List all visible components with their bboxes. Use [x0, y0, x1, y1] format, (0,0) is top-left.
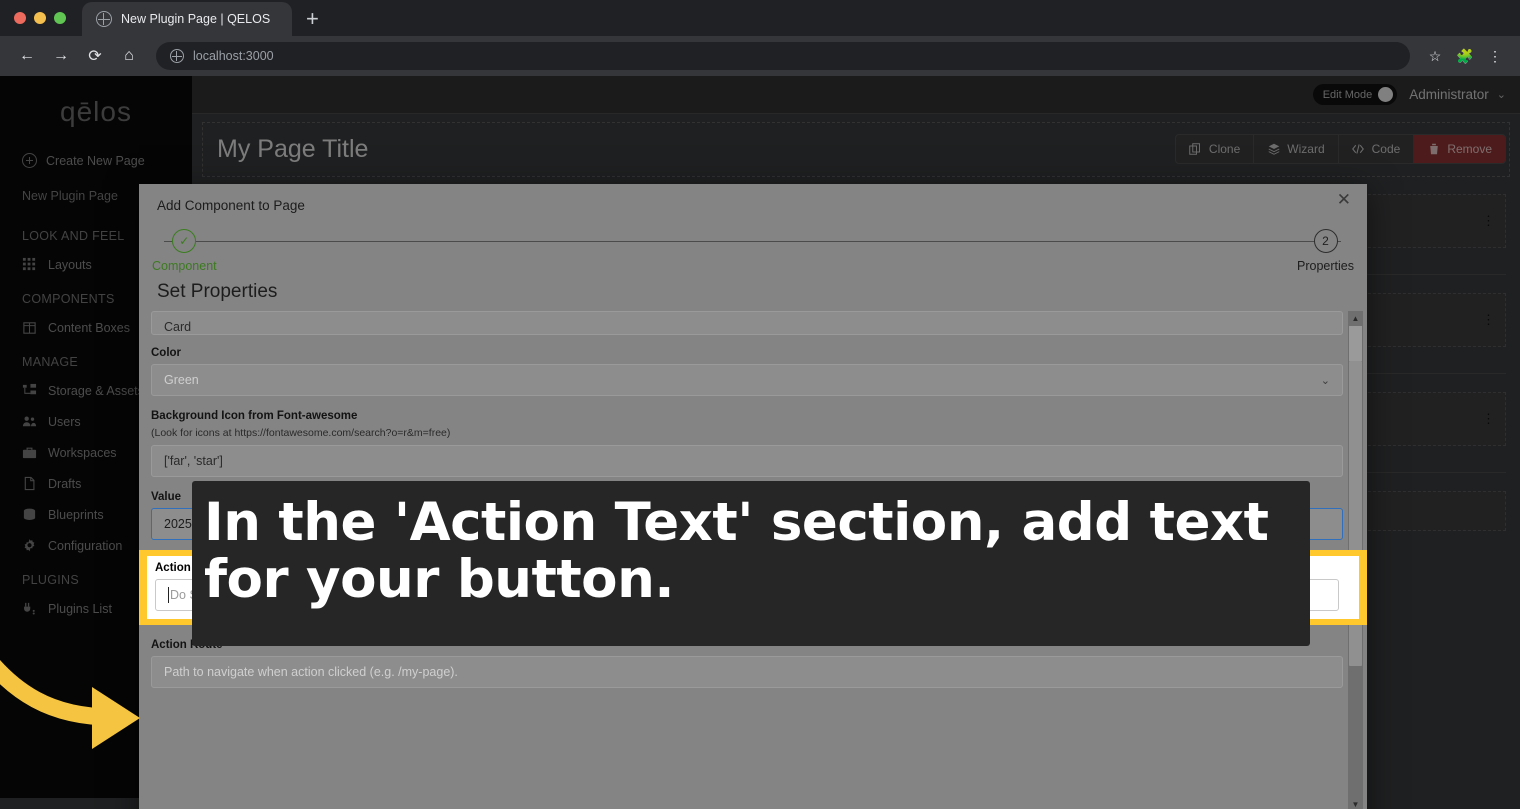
browser-menu-icon[interactable]: ⋮	[1482, 43, 1508, 69]
scroll-down-arrow-icon[interactable]: ▼	[1348, 797, 1363, 809]
application-viewport: qēlos Create New Page New Plugin Page LO…	[0, 76, 1520, 809]
field-color: Color Green ⌄	[139, 347, 1367, 396]
forward-icon[interactable]: →	[46, 41, 76, 71]
modal-title: Add Component to Page	[157, 198, 305, 213]
text-caret	[168, 587, 169, 603]
close-window-button[interactable]	[14, 12, 26, 24]
tab-strip: New Plugin Page | QELOS +	[0, 0, 1520, 36]
step-label: Component	[152, 259, 217, 273]
address-bar-url: localhost:3000	[193, 49, 274, 63]
maximize-window-button[interactable]	[54, 12, 66, 24]
new-tab-button[interactable]: +	[306, 8, 319, 30]
background-icon-input[interactable]: ['far', 'star']	[151, 445, 1343, 477]
browser-chrome: New Plugin Page | QELOS + ← → ⟳ ⌂ localh…	[0, 0, 1520, 76]
step-label: Properties	[1297, 259, 1354, 273]
step-number: 2	[1313, 229, 1338, 253]
close-icon[interactable]: ✕	[1337, 191, 1351, 208]
back-icon[interactable]: ←	[12, 41, 42, 71]
window-traffic-lights	[12, 0, 76, 36]
color-select[interactable]: Green ⌄	[151, 364, 1343, 396]
color-value: Green	[164, 373, 199, 387]
stepper-line	[164, 241, 1341, 242]
modal-heading: Set Properties	[157, 281, 278, 302]
extensions-icon[interactable]: 🧩	[1452, 43, 1478, 69]
home-icon[interactable]: ⌂	[114, 41, 144, 71]
browser-tab[interactable]: New Plugin Page | QELOS	[82, 2, 292, 36]
globe-icon	[96, 11, 112, 27]
scroll-up-arrow-icon[interactable]: ▲	[1348, 311, 1363, 326]
step-component[interactable]: ✓ Component	[152, 229, 217, 273]
browser-tab-title: New Plugin Page | QELOS	[121, 12, 271, 26]
color-label: Color	[151, 347, 182, 359]
modal-header: Add Component to Page ✕	[139, 184, 1367, 213]
field-action-route: Action Route Path to navigate when actio…	[139, 639, 1367, 688]
card-input[interactable]: Card	[151, 311, 1343, 335]
field-card: Card	[139, 311, 1367, 335]
site-globe-icon	[170, 49, 184, 63]
step-properties[interactable]: 2 Properties	[1297, 229, 1354, 273]
chevron-down-icon: ⌄	[1320, 374, 1330, 387]
reload-icon[interactable]: ⟳	[80, 41, 110, 71]
scrollbar-track[interactable]	[1349, 326, 1362, 361]
bookmark-icon[interactable]: ☆	[1422, 43, 1448, 69]
action-route-input[interactable]: Path to navigate when action clicked (e.…	[151, 656, 1343, 688]
field-background-icon: Background Icon from Font-awesome (Look …	[139, 410, 1367, 477]
wizard-stepper: ✓ Component 2 Properties	[152, 229, 1354, 279]
background-icon-label: Background Icon from Font-awesome	[151, 410, 358, 422]
instruction-caption: In the 'Action Text' section, add text f…	[192, 481, 1310, 646]
step-number: ✓	[172, 229, 197, 253]
background-icon-hint: (Look for icons at https://fontawesome.c…	[151, 427, 451, 439]
browser-toolbar: ← → ⟳ ⌂ localhost:3000 ☆ 🧩 ⋮	[0, 36, 1520, 76]
minimize-window-button[interactable]	[34, 12, 46, 24]
address-bar[interactable]: localhost:3000	[156, 42, 1410, 70]
instruction-caption-text: In the 'Action Text' section, add text f…	[204, 492, 1269, 610]
